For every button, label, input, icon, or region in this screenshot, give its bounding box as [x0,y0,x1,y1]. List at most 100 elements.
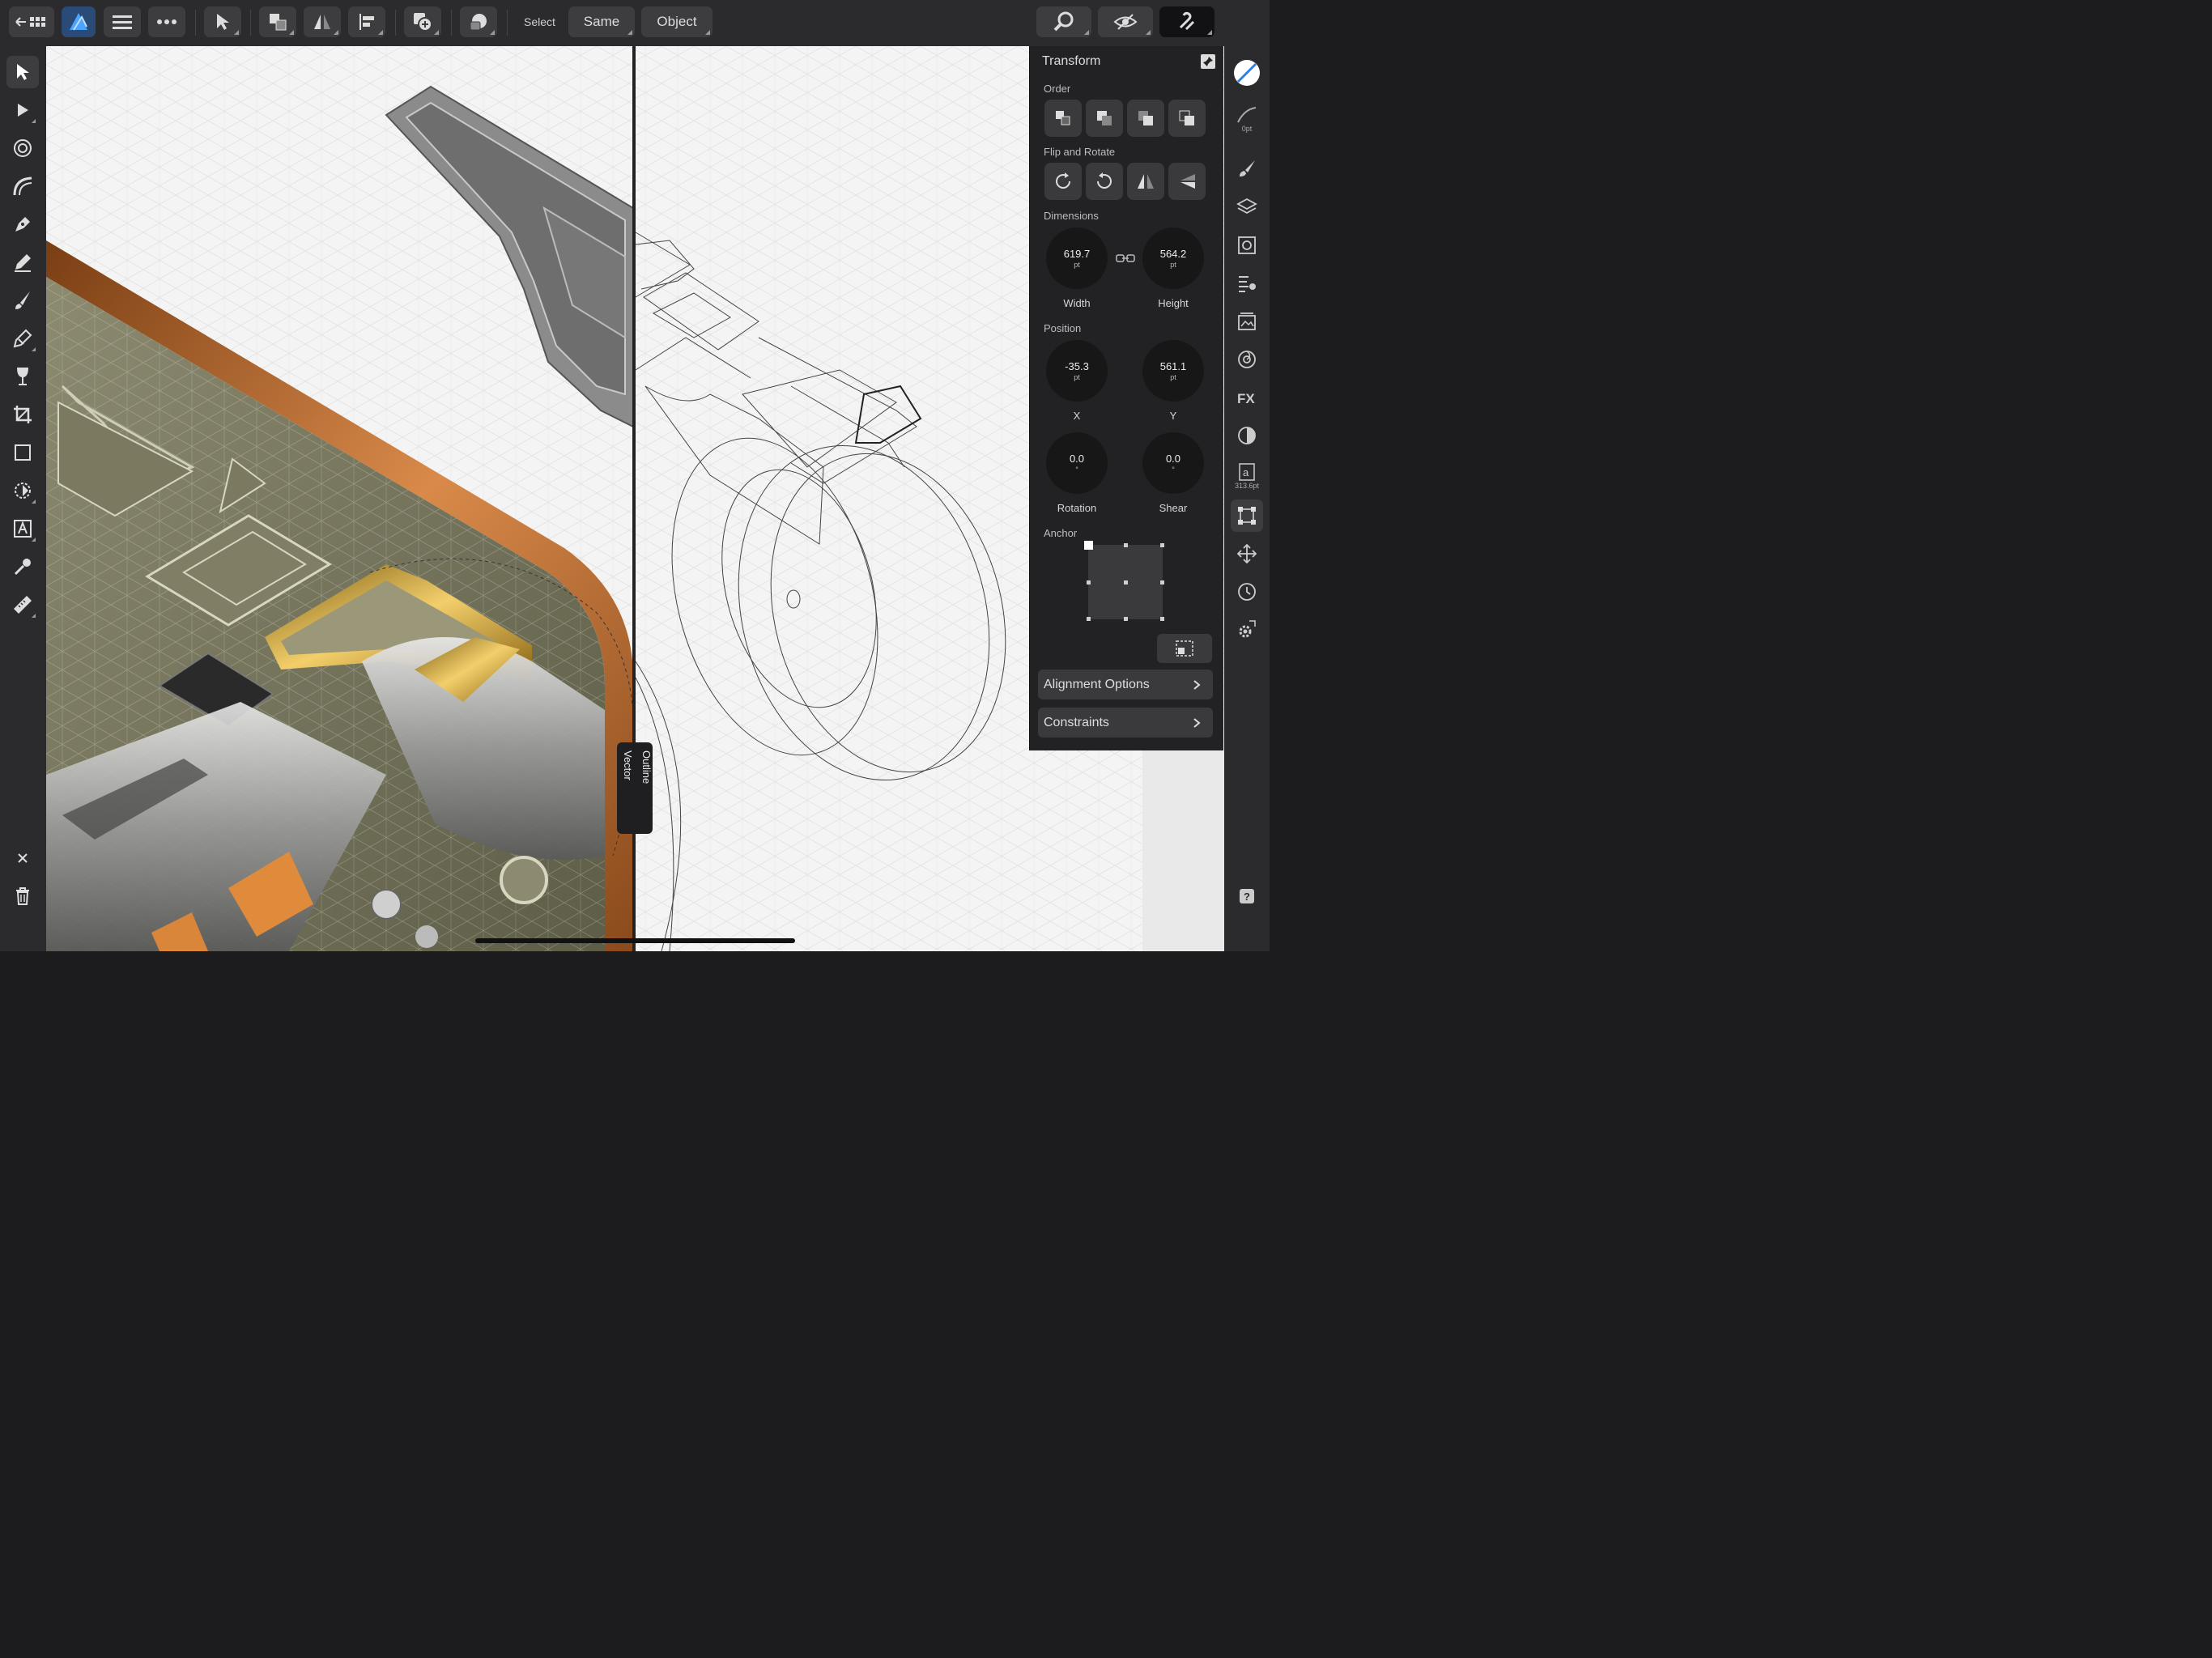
rotation-dial[interactable]: 0.0 ° [1046,432,1108,494]
select-tool-quick-button[interactable] [204,6,241,37]
settings-gear-icon [1239,620,1256,638]
lock-aspect-ratio-button[interactable] [1116,252,1135,269]
dimensions-section-label: Dimensions [1044,210,1099,222]
anchor-bottom-left[interactable] [1087,617,1091,621]
anchor-bottom-center[interactable] [1124,617,1128,621]
anchor-middle-left[interactable] [1087,580,1091,585]
help-button[interactable]: ? [1231,880,1263,912]
select-label: Select [524,15,555,28]
rotate-clockwise-button[interactable] [1044,163,1082,200]
arrange-button[interactable] [259,6,296,37]
color-picker-tool[interactable] [6,551,39,583]
navigator-studio-button[interactable] [1231,538,1263,570]
node-tool[interactable] [6,94,39,126]
y-position-dial[interactable]: 561.1 pt [1142,340,1204,402]
y-unit: pt [1170,373,1176,381]
shear-dial[interactable]: 0.0 ° [1142,432,1204,494]
boolean-add-button[interactable] [404,6,441,37]
anchor-selector[interactable] [1084,541,1164,621]
toolbar-divider [507,10,508,36]
crop-tool[interactable] [6,398,39,431]
pencil-tool[interactable] [6,246,39,278]
history-clock-icon [1238,583,1256,601]
height-label: Height [1158,297,1189,309]
rotation-unit: ° [1075,466,1078,474]
select-object-button[interactable]: Object [641,6,713,37]
transform-studio-button[interactable] [1231,500,1263,532]
anchor-top-left[interactable] [1084,541,1093,550]
snapping-button[interactable] [1159,6,1214,37]
move-back-one-button[interactable] [1086,100,1123,137]
anchor-bottom-right[interactable] [1160,617,1164,621]
rotation-value: 0.0 [1069,453,1085,465]
flip-horizontal-icon [314,15,330,29]
send-to-back-button[interactable] [1044,100,1082,137]
split-view-handle[interactable]: Vector Outline [617,742,653,834]
document-menu-button[interactable] [104,6,141,37]
flip-vertical-button[interactable] [1168,163,1206,200]
close-context-button[interactable] [6,842,39,874]
bring-to-front-button[interactable] [1168,100,1206,137]
corner-tool[interactable] [6,132,39,164]
pixel-brush-tool[interactable] [6,322,39,355]
home-indicator [475,938,795,943]
pin-panel-button[interactable] [1201,54,1215,69]
select-same-button[interactable]: Same [568,6,635,37]
anchor-middle-right[interactable] [1160,580,1164,585]
x-position-dial[interactable]: -35.3 pt [1046,340,1108,402]
assets-studio-button[interactable] [1231,305,1263,338]
anchor-top-right[interactable] [1160,543,1164,547]
pin-icon [1203,57,1213,66]
anchor-top-center[interactable] [1124,543,1128,547]
appearance-studio-button[interactable] [1231,229,1263,261]
text-tool[interactable] [6,512,39,545]
color-studio-button[interactable] [1231,57,1263,89]
ruler-icon [14,596,32,614]
pencil-icon [15,254,31,272]
transform-origin-button[interactable] [1157,634,1212,663]
transform-panel: Transform Order Flip and Rotate Dimensio… [1029,46,1223,750]
width-dial[interactable]: 619.7 pt [1046,227,1108,289]
transparency-studio-button[interactable] [1231,419,1263,452]
align-button[interactable] [348,6,385,37]
character-studio-button[interactable]: a 313.6pt [1231,457,1263,495]
symbols-studio-button[interactable] [1231,343,1263,376]
flip-horizontal-button[interactable] [1127,163,1164,200]
chevron-right-icon [1193,679,1201,690]
back-to-documents-button[interactable] [9,6,54,37]
designer-persona-button[interactable] [62,6,96,37]
zoom-view-button[interactable] [1036,6,1091,37]
history-studio-button[interactable] [1231,576,1263,608]
stroke-curve-icon [1237,106,1257,122]
anchor-center[interactable] [1124,580,1128,585]
document-settings-studio-button[interactable] [1231,614,1263,646]
view-mode-button[interactable] [1098,6,1153,37]
shape-tools[interactable] [6,474,39,507]
delete-button[interactable] [6,880,39,912]
measure-tool[interactable] [6,589,39,621]
move-forward-one-button[interactable] [1127,100,1164,137]
width-label: Width [1063,297,1091,309]
height-dial[interactable]: 564.2 pt [1142,227,1204,289]
geometry-button[interactable] [460,6,497,37]
alignment-options-button[interactable]: Alignment Options [1038,670,1213,699]
pen-tool[interactable] [6,208,39,240]
move-tool[interactable] [6,56,39,88]
point-transform-tool[interactable] [6,170,39,202]
fill-tool[interactable] [6,360,39,393]
more-menu-button[interactable] [148,6,185,37]
rotate-counterclockwise-button[interactable] [1086,163,1123,200]
vector-brush-tool[interactable] [6,284,39,317]
effects-studio-button[interactable]: FX [1231,381,1263,414]
text-styles-icon [1239,276,1256,292]
crop-icon [14,406,32,423]
svg-text:FX: FX [1237,391,1255,406]
layers-studio-button[interactable] [1231,191,1263,223]
rectangle-tool[interactable] [6,436,39,469]
text-styles-studio-button[interactable] [1231,267,1263,300]
flip-vertical-icon [1180,174,1195,189]
flip-button[interactable] [304,6,341,37]
brushes-studio-button[interactable] [1231,152,1263,185]
stroke-studio-button[interactable]: 0pt [1231,99,1263,139]
constraints-button[interactable]: Constraints [1038,708,1213,738]
